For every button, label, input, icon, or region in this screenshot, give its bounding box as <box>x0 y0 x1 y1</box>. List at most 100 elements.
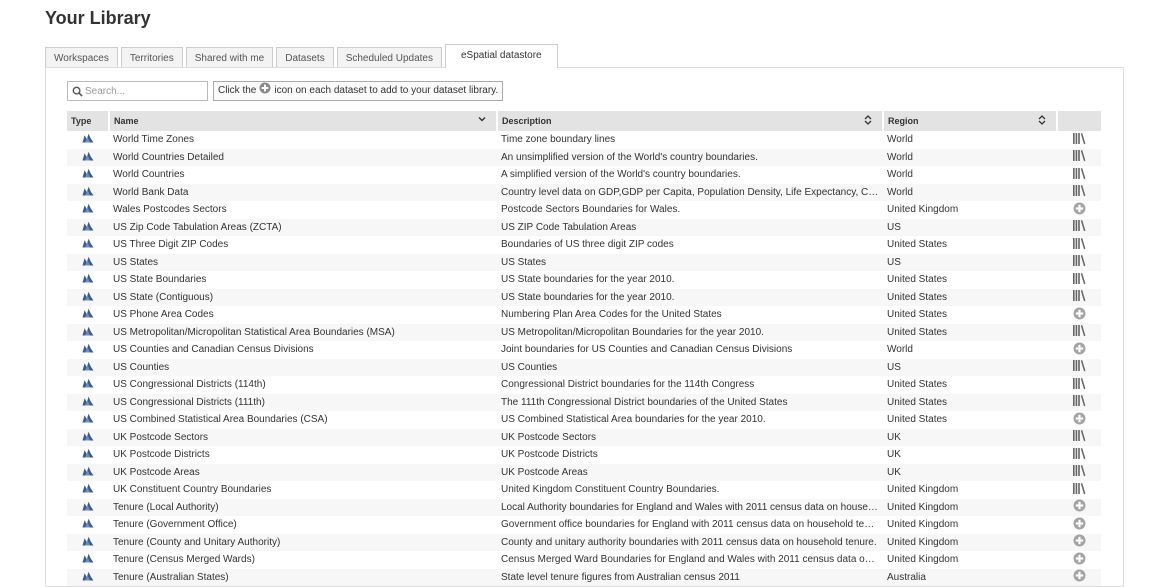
map-layer-icon <box>82 151 94 164</box>
name-cell: US States <box>109 253 497 271</box>
table-row[interactable]: Tenure (Local Authority) Local Authority … <box>67 498 1101 516</box>
description-cell: The 111th Congressional District boundar… <box>497 393 883 411</box>
type-cell <box>67 358 109 376</box>
table-row[interactable]: US States US States US <box>67 253 1101 271</box>
library-icon[interactable] <box>1072 394 1086 410</box>
tab-shared-with-me[interactable]: Shared with me <box>185 47 274 68</box>
description-cell: Government office boundaries for England… <box>501 519 883 531</box>
action-cell <box>1057 323 1101 341</box>
library-icon[interactable] <box>1072 324 1086 340</box>
table-row[interactable]: Tenure (County and Unitary Authority) Cou… <box>67 533 1101 551</box>
tab-scheduled-updates[interactable]: Scheduled Updates <box>336 47 442 68</box>
type-cell <box>67 323 109 341</box>
table-row[interactable]: World Countries Detailed An unsimplified … <box>67 148 1101 166</box>
action-cell <box>1057 463 1101 481</box>
add-circle-icon[interactable] <box>1073 412 1086 428</box>
library-icon[interactable] <box>1072 482 1086 498</box>
table-row[interactable]: Tenure (Census Merged Wards) Census Merge… <box>67 551 1101 569</box>
tab-espatial-datastore[interactable]: eSpatial datastore <box>445 44 558 68</box>
table-row[interactable]: US Congressional Districts (114th) Congre… <box>67 376 1101 394</box>
description-cell: US Metropolitan/Micropolitan Boundaries … <box>497 323 883 341</box>
library-icon[interactable] <box>1072 219 1086 235</box>
table-row[interactable]: UK Postcode Districts UK Postcode Distric… <box>67 446 1101 464</box>
region-cell: United States <box>883 393 1057 411</box>
add-circle-icon[interactable] <box>1073 307 1086 323</box>
description-cell: Boundaries of US three digit ZIP codes <box>501 239 674 251</box>
description-cell: County and unitary authority boundaries … <box>497 533 883 551</box>
add-circle-icon[interactable] <box>1073 202 1086 218</box>
column-header-name[interactable]: Name <box>109 111 498 131</box>
library-icon[interactable] <box>1072 149 1086 165</box>
library-icon[interactable] <box>1072 167 1086 183</box>
table-row[interactable]: US Phone Area Codes Numbering Plan Area C… <box>67 306 1101 324</box>
tab-territories[interactable]: Territories <box>120 47 183 68</box>
map-layer-icon <box>82 379 94 391</box>
column-description-label: Description <box>502 116 552 126</box>
action-cell <box>1057 131 1101 149</box>
name-cell: UK Constituent Country Boundaries <box>113 484 272 496</box>
table-row[interactable]: US Counties US Counties US <box>67 358 1101 376</box>
name-cell: US Congressional Districts (111th) <box>109 393 497 411</box>
table-header-row: Type Name Description Region <box>67 111 1101 131</box>
library-icon[interactable] <box>1072 132 1086 148</box>
library-icon[interactable] <box>1072 359 1086 375</box>
table-row[interactable]: World Countries A simplified version of t… <box>67 166 1101 184</box>
type-cell <box>67 218 109 236</box>
add-circle-icon[interactable] <box>1073 569 1086 585</box>
table-row[interactable]: Wales Postcodes Sectors Postcode Sectors … <box>67 201 1101 219</box>
add-circle-icon <box>259 82 271 101</box>
column-name-label: Name <box>114 116 139 126</box>
table-row[interactable]: US Metropolitan/Micropolitan Statistical… <box>67 323 1101 341</box>
add-circle-icon[interactable] <box>1073 552 1086 568</box>
tab-datasets[interactable]: Datasets <box>276 47 334 68</box>
library-icon[interactable] <box>1072 289 1086 305</box>
column-header-action <box>1057 111 1101 131</box>
table-row[interactable]: World Bank Data Country level data on GDP… <box>67 183 1101 201</box>
table-row[interactable]: Tenure (Government Office) Government off… <box>67 516 1101 534</box>
action-cell <box>1057 341 1101 359</box>
add-circle-icon[interactable] <box>1073 499 1086 515</box>
map-layer-icon <box>82 536 94 549</box>
library-icon[interactable] <box>1072 377 1086 393</box>
column-header-description[interactable]: Description <box>497 111 884 131</box>
library-icon[interactable] <box>1072 464 1086 480</box>
region-cell: World <box>883 148 1057 166</box>
region-cell: World <box>887 134 913 146</box>
table-row[interactable]: UK Postcode Areas UK Postcode Areas UK <box>67 463 1101 481</box>
table-row[interactable]: US Congressional Districts (111th) The 11… <box>67 393 1101 411</box>
description-cell: United Kingdom Constituent Country Bound… <box>501 484 720 496</box>
description-cell: UK Postcode Sectors <box>497 428 883 446</box>
type-cell <box>67 393 109 411</box>
search-input[interactable] <box>85 85 203 97</box>
table-row[interactable]: US Combined Statistical Area Boundaries … <box>67 411 1101 429</box>
search-box[interactable] <box>67 81 208 101</box>
library-icon[interactable] <box>1072 237 1086 253</box>
description-cell: UK Postcode Districts <box>501 449 598 461</box>
library-icon[interactable] <box>1072 272 1086 288</box>
table-row[interactable]: US Zip Code Tabulation Areas (ZCTA) US ZI… <box>67 218 1101 236</box>
library-icon[interactable] <box>1072 184 1086 200</box>
library-icon[interactable] <box>1072 447 1086 463</box>
table-row[interactable]: UK Constituent Country Boundaries United … <box>67 481 1101 499</box>
column-header-region[interactable]: Region <box>883 111 1058 131</box>
add-circle-icon[interactable] <box>1073 342 1086 358</box>
name-cell: US Congressional Districts (114th) <box>113 379 266 391</box>
table-row[interactable]: US State Boundaries US State boundaries f… <box>67 271 1101 289</box>
type-cell <box>67 481 109 499</box>
table-row[interactable]: UK Postcode Sectors UK Postcode Sectors UK <box>67 428 1101 446</box>
type-cell <box>67 148 109 166</box>
type-cell <box>67 428 109 446</box>
add-circle-icon[interactable] <box>1073 517 1086 533</box>
map-layer-icon <box>82 344 94 356</box>
table-row[interactable]: World Time Zones Time zone boundary lines… <box>67 131 1101 149</box>
table-row[interactable]: Tenure (Australian States) State level te… <box>67 568 1101 586</box>
library-icon[interactable] <box>1072 429 1086 445</box>
tab-workspaces[interactable]: Workspaces <box>45 47 118 68</box>
name-cell: Tenure (Census Merged Wards) <box>113 554 255 566</box>
description-cell: Local Authority boundaries for England a… <box>497 498 883 516</box>
table-row[interactable]: US State (Contiguous) US State boundaries… <box>67 288 1101 306</box>
table-row[interactable]: US Three Digit ZIP Codes Boundaries of US… <box>67 236 1101 254</box>
table-row[interactable]: US Counties and Canadian Census Division… <box>67 341 1101 359</box>
add-circle-icon[interactable] <box>1073 534 1086 550</box>
library-icon[interactable] <box>1072 254 1086 270</box>
